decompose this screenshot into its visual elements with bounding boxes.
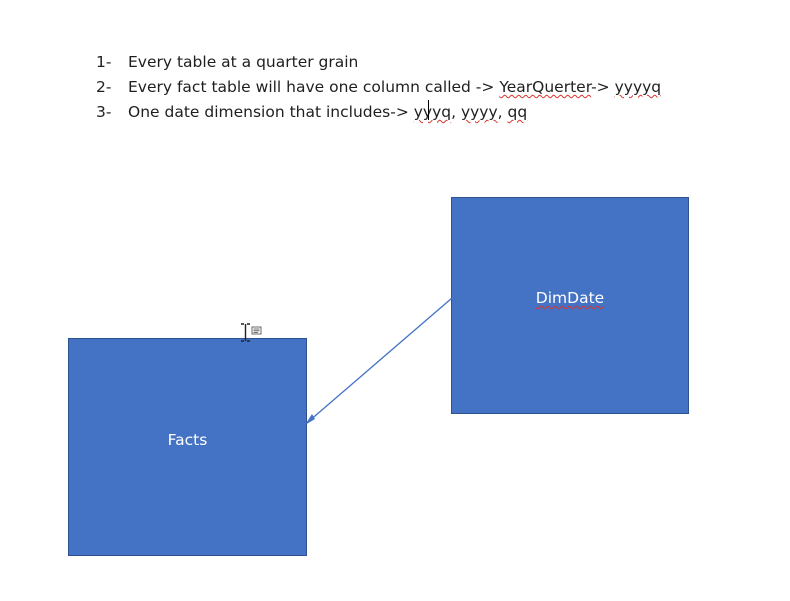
misspelled-word[interactable]: yyyq: [414, 103, 451, 121]
list-text: ,: [451, 103, 461, 121]
list-item: 3- One date dimension that includes-> yyy…: [96, 100, 661, 125]
misspelled-word[interactable]: yyyy: [461, 103, 498, 121]
list-number: 1-: [96, 53, 112, 71]
connector-line[interactable]: [307, 297, 453, 423]
list-item: 1- Every table at a quarter grain: [96, 50, 661, 75]
text-caret: [428, 100, 429, 120]
list-text: ->: [591, 78, 615, 96]
facts-label: Facts: [167, 431, 208, 449]
misspelled-word[interactable]: qq: [508, 103, 528, 121]
text-cursor-icon: [239, 322, 265, 348]
dimdate-box[interactable]: DimDate: [451, 197, 689, 414]
list-text: Every table at a quarter grain: [128, 53, 359, 71]
list-text: Every fact table will have one column ca…: [128, 78, 500, 96]
misspelled-word[interactable]: yyyyq: [615, 78, 662, 96]
list-number: 2-: [96, 78, 112, 96]
list-text: One date dimension that includes->: [128, 103, 414, 121]
list-text: ,: [497, 103, 508, 121]
misspelled-word[interactable]: YearQuerter: [499, 78, 591, 96]
facts-box[interactable]: Facts: [68, 338, 307, 556]
dimdate-label: DimDate: [535, 289, 605, 307]
list-number: 3-: [96, 103, 112, 121]
requirements-list: 1- Every table at a quarter grain 2- Every…: [96, 50, 661, 125]
list-item: 2- Every fact table will have one column …: [96, 75, 661, 100]
